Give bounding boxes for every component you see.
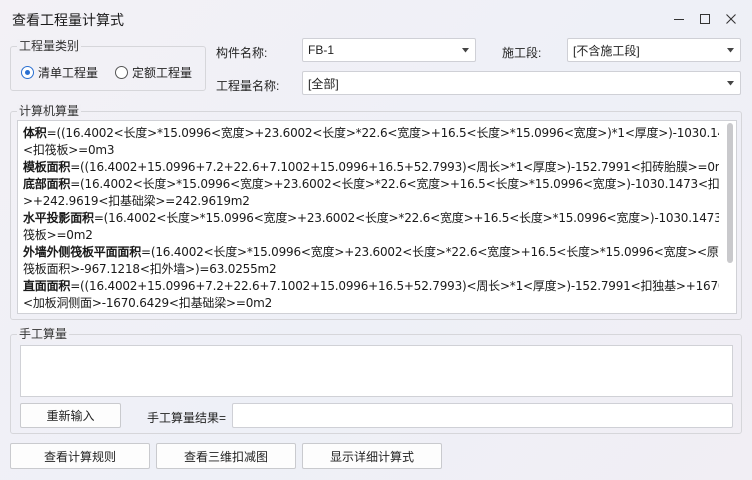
- radio-quota-quantity-label: 定额工程量: [132, 66, 193, 80]
- calc-formula-line: 筏板面积>-967.1218<扣外墙>)=63.0255m2: [23, 261, 719, 278]
- manual-calc-group: 手工算量 重新输入 手工算量结果=: [10, 327, 742, 434]
- view-rules-button[interactable]: 查看计算规则: [10, 443, 150, 469]
- construction-stage-value: [不含施工段]: [573, 43, 640, 58]
- quantity-name-select[interactable]: [全部]: [302, 71, 741, 95]
- vertical-scrollbar[interactable]: [726, 123, 734, 311]
- calc-formula-line: >+242.9619<扣基础梁>=242.9619m2: [23, 193, 719, 210]
- radio-checked-icon[interactable]: [21, 66, 34, 79]
- calc-formula-line: 水平投影面积=(16.4002<长度>*15.0996<宽度>+23.6002<…: [23, 210, 719, 227]
- calc-formula-quantity-name: 外墙外侧筏板平面面积: [23, 245, 142, 259]
- calc-formula-line: <加板洞侧面>-1670.6429<扣基础梁>=0m2: [23, 295, 719, 312]
- calc-formula-line: 直面面积=((16.4002+15.0996+7.2+22.6+7.1002+1…: [23, 278, 719, 295]
- reinput-button[interactable]: 重新输入: [20, 403, 121, 428]
- calc-formula-expression: <加板洞侧面>-1670.6429<扣基础梁>=0m2: [23, 296, 273, 310]
- calc-formula-quantity-name: 体积: [23, 126, 47, 140]
- scrollbar-thumb[interactable]: [727, 123, 733, 263]
- calc-formula-line: 底部面积=(16.4002<长度>*15.0996<宽度>+23.6002<长度…: [23, 176, 719, 193]
- calc-formula-line: 模板面积=((16.4002+15.0996+7.2+22.6+7.1002+1…: [23, 159, 719, 176]
- calc-formula-quantity-name: 直面面积: [23, 279, 71, 293]
- manual-calc-group-label: 手工算量: [17, 327, 70, 341]
- calc-formula-expression: =((16.4002+15.0996+7.2+22.6+7.1002+15.09…: [70, 160, 719, 174]
- manual-result-label: 手工算量结果=: [147, 411, 227, 425]
- calc-formula-expression: =((16.4002+15.0996+7.2+22.6+7.1002+15.09…: [70, 279, 719, 293]
- calc-formula-expression: =((16.4002<长度>*15.0996<宽度>+23.6002<长度>*2…: [46, 126, 719, 140]
- quantity-name-value: [全部]: [308, 76, 339, 91]
- manual-result-input[interactable]: [232, 403, 733, 428]
- calc-formula-line: 外墙外侧筏板平面面积=(16.4002<长度>*15.0996<宽度>+23.6…: [23, 244, 719, 261]
- radio-quota-quantity[interactable]: 定额工程量: [115, 64, 192, 81]
- component-name-value: FB-1: [308, 43, 335, 57]
- construction-stage-label: 施工段:: [502, 46, 542, 60]
- computer-calc-group-label: 计算机算量: [17, 104, 82, 118]
- calc-formula-quantity-name: 底部面积: [23, 177, 71, 191]
- calc-formula-text: 体积=((16.4002<长度>*15.0996<宽度>+23.6002<长度>…: [23, 125, 719, 312]
- title-bar: 查看工程量计算式: [0, 0, 752, 38]
- calc-formula-expression: =(16.4002<长度>*15.0996<宽度>+23.6002<长度>*22…: [70, 177, 719, 191]
- manual-calc-textarea[interactable]: [20, 345, 733, 397]
- minimize-icon[interactable]: [668, 8, 690, 30]
- calc-formula-expression: =(16.4002<长度>*15.0996<宽度>+23.6002<长度>*22…: [141, 245, 719, 259]
- calc-formula-expression: >+242.9619<扣基础梁>=242.9619m2: [23, 194, 250, 208]
- radio-bill-quantity-label: 清单工程量: [38, 66, 99, 80]
- quantity-name-label: 工程量名称:: [216, 79, 280, 93]
- show-detail-formula-button[interactable]: 显示详细计算式: [302, 443, 442, 469]
- close-icon[interactable]: [720, 8, 742, 30]
- maximize-icon[interactable]: [694, 8, 716, 30]
- calc-formula-line: 体积=((16.4002<长度>*15.0996<宽度>+23.6002<长度>…: [23, 125, 719, 142]
- chevron-down-icon: [727, 48, 734, 53]
- calc-formula-expression: <扣筏板>=0m3: [23, 143, 115, 157]
- radio-unchecked-icon[interactable]: [115, 66, 128, 79]
- calc-formula-expression: 筏板面积>-967.1218<扣外墙>)=63.0255m2: [23, 262, 277, 276]
- quantity-type-group: 工程量类别 清单工程量 定额工程量: [10, 39, 206, 91]
- component-name-select[interactable]: FB-1: [302, 38, 476, 62]
- calc-formula-textarea[interactable]: 体积=((16.4002<长度>*15.0996<宽度>+23.6002<长度>…: [17, 120, 737, 314]
- calc-formula-expression: =(16.4002<长度>*15.0996<宽度>+23.6002<长度>*22…: [93, 211, 719, 225]
- calc-formula-line: <扣筏板>=0m3: [23, 142, 719, 159]
- quantity-type-group-label: 工程量类别: [17, 39, 82, 53]
- calc-formula-quantity-name: 水平投影面积: [23, 211, 94, 225]
- calc-formula-expression: 筏板>=0m2: [23, 228, 93, 242]
- chevron-down-icon: [462, 48, 469, 53]
- window-title: 查看工程量计算式: [12, 12, 124, 28]
- calc-formula-quantity-name: 模板面积: [23, 160, 71, 174]
- computer-calc-group: 计算机算量 体积=((16.4002<长度>*15.0996<宽度>+23.60…: [10, 104, 742, 320]
- calc-formula-line: 筏板>=0m2: [23, 227, 719, 244]
- radio-bill-quantity[interactable]: 清单工程量: [21, 64, 98, 81]
- construction-stage-select[interactable]: [不含施工段]: [567, 38, 741, 62]
- chevron-down-icon: [727, 81, 734, 86]
- component-name-label: 构件名称:: [216, 46, 268, 60]
- view-3d-deduction-button[interactable]: 查看三维扣减图: [156, 443, 296, 469]
